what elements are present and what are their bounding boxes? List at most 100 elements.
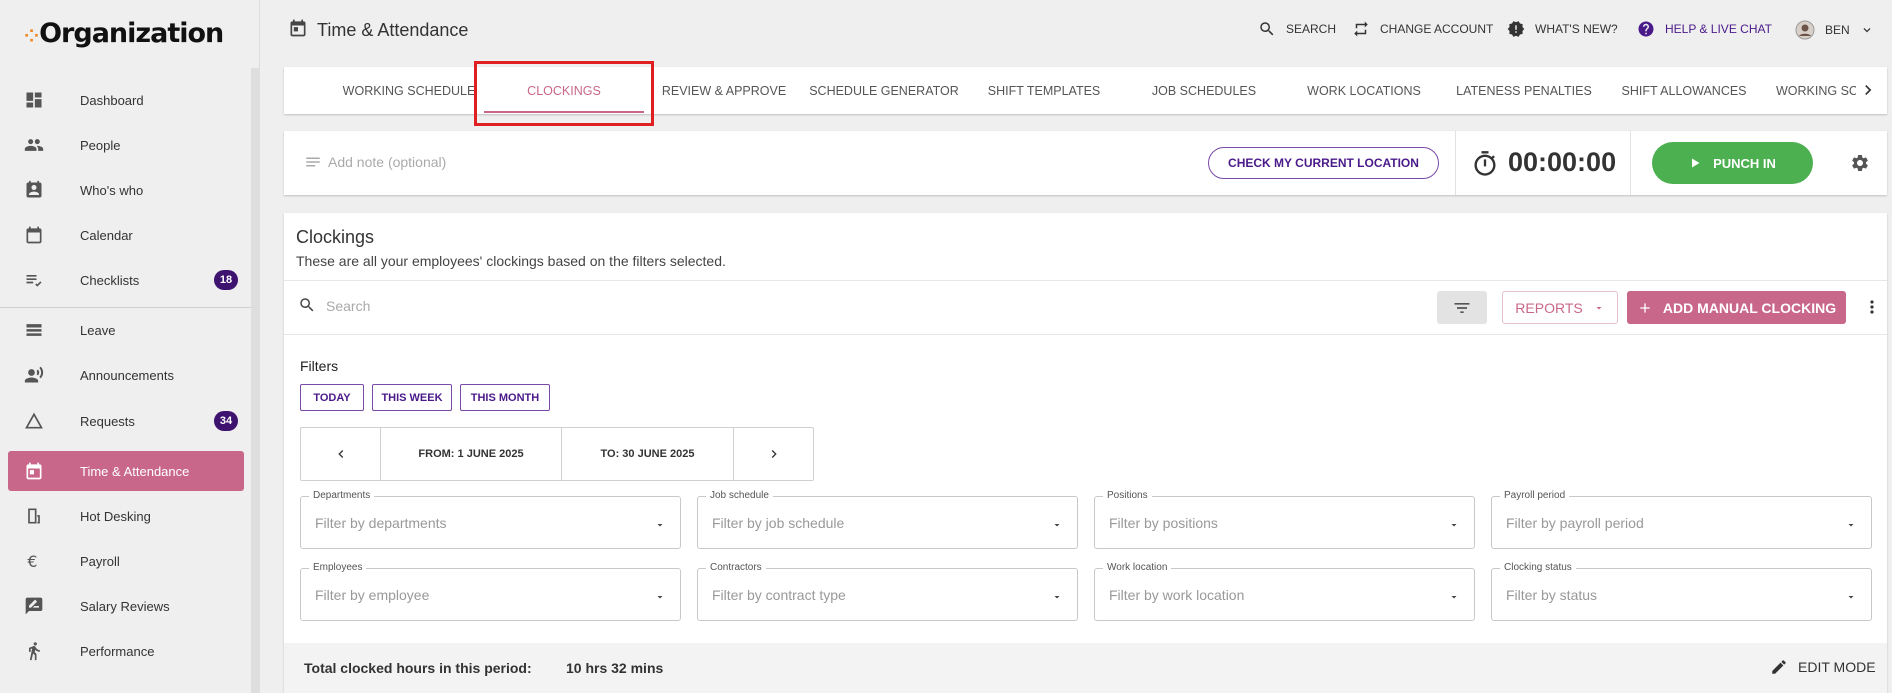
search-icon [1260,22,1274,36]
employees-select[interactable]: Employees Filter by employee [300,562,681,621]
tab-working-schedule-2[interactable]: Working Sc [1764,67,1856,114]
sidebar-item-requests[interactable]: Requests 34 [8,401,244,441]
sidebar-scrollbar[interactable] [251,68,260,693]
sidebar-item-whos-who[interactable]: Who's who [8,170,244,210]
performance-icon [29,642,40,661]
search-icon [300,298,314,312]
quick-filter-this-month[interactable]: This month [460,384,550,411]
tab-work-locations[interactable]: Work Locations [1284,67,1444,114]
field-placeholder: Filter by status [1506,587,1598,603]
sidebar: ⁘Organization Dashboard People Who's who… [0,0,260,693]
add-manual-clocking-button[interactable]: Add manual clocking [1627,291,1846,324]
tab-job-schedules[interactable]: Job Schedules [1124,67,1284,114]
positions-select[interactable]: Positions Filter by positions [1094,490,1475,549]
checklist-icon [26,275,42,287]
euro-icon: € [27,552,37,571]
caret-down-icon [1596,306,1602,309]
caret-down-icon [657,596,663,599]
organization-logo[interactable]: ⁘Organization [24,18,224,49]
hot-desk-icon [28,508,40,524]
sidebar-item-label: Payroll [80,553,120,569]
next-period-button[interactable] [734,428,813,480]
tab-schedule-generator[interactable]: Schedule Generator [804,67,964,114]
field-label: Work location [1103,562,1172,573]
contractors-select[interactable]: Contractors Filter by contract type [697,562,1078,621]
calendar-icon [26,226,42,244]
tab-lateness-penalties[interactable]: Lateness Penalties [1444,67,1604,114]
filter-icon [1454,302,1470,313]
tab-working-schedule[interactable]: Working Schedule [334,67,484,114]
stopwatch-icon [1474,151,1496,176]
sidebar-item-hot-desking[interactable]: Hot Desking [8,496,244,536]
checklists-badge: 18 [214,270,238,290]
tabs-bar: Working Schedule Clockings Review & Appr… [284,67,1887,114]
total-hours-bar: Total clocked hours in this period: 10 h… [284,643,1887,693]
change-account-label: Change account [1380,22,1494,36]
caret-down-icon [1054,596,1060,599]
payroll-period-select[interactable]: Payroll period Filter by payroll period [1491,490,1872,549]
avatar [1795,20,1815,40]
note-input[interactable] [328,147,728,177]
clockings-search-input[interactable] [326,291,1026,321]
announcement-icon [24,366,44,383]
logo-text: Organization [39,18,224,49]
field-placeholder: Filter by positions [1109,515,1218,531]
quick-filter-this-week[interactable]: This week [372,384,452,411]
caret-down-icon [1451,596,1457,599]
user-menu-button[interactable]: BEN [1795,20,1874,40]
more-vertical-icon[interactable] [1862,297,1882,317]
tab-clockings[interactable]: Clockings [484,67,644,114]
punch-in-button[interactable]: Punch in [1652,142,1813,184]
help-live-chat-button[interactable]: Help & live chat [1637,20,1772,38]
whats-new-label: What's new? [1535,22,1618,36]
field-label: Clocking status [1500,562,1576,573]
previous-period-button[interactable] [301,428,381,480]
caret-down-icon [1848,596,1854,599]
sidebar-item-salary-reviews[interactable]: Salary Reviews [8,586,244,626]
field-placeholder: Filter by payroll period [1506,515,1644,531]
quick-filter-today[interactable]: Today [300,384,364,411]
gear-icon[interactable] [1850,153,1870,173]
chevron-right-icon[interactable] [1858,80,1878,100]
sidebar-item-dashboard[interactable]: Dashboard [8,80,244,120]
date-from[interactable]: From: 1 June 2025 [381,428,562,480]
punch-in-label: Punch in [1713,155,1776,171]
departments-select[interactable]: Departments Filter by departments [300,490,681,549]
caret-down-icon [1451,524,1457,527]
top-bar: Time & Attendance Search Change account … [260,0,1892,60]
tab-shift-allowances[interactable]: Shift Allowances [1604,67,1764,114]
reports-dropdown-button[interactable]: Reports [1502,291,1618,324]
job-schedule-select[interactable]: Job schedule Filter by job schedule [697,490,1078,549]
sidebar-item-time-attendance[interactable]: Time & Attendance [8,451,244,491]
add-manual-label: Add manual clocking [1662,299,1837,316]
tab-shift-templates[interactable]: Shift Templates [964,67,1124,114]
sidebar-item-calendar[interactable]: Calendar [8,215,244,255]
clocking-status-select[interactable]: Clocking status Filter by status [1491,562,1872,621]
edit-mode-button[interactable]: Edit mode [1770,658,1876,676]
sidebar-item-payroll[interactable]: € Payroll [8,541,244,581]
timer-display: 00:00:00 [1508,147,1617,177]
field-placeholder: Filter by job schedule [712,515,845,531]
sidebar-item-people[interactable]: People [8,125,244,165]
search-label: Search [1286,22,1337,36]
filter-toggle-button[interactable] [1437,291,1487,324]
sidebar-item-announcements[interactable]: Announcements [8,355,244,395]
sidebar-item-performance[interactable]: Performance [8,631,244,671]
change-account-button[interactable]: Change account [1352,20,1493,38]
field-label: Payroll period [1500,490,1570,501]
edit-mode-label: Edit mode [1798,659,1876,675]
field-label: Job schedule [706,490,773,501]
whats-new-button[interactable]: What's new? [1507,20,1618,38]
field-placeholder: Filter by employee [315,587,430,603]
work-location-select[interactable]: Work location Filter by work location [1094,562,1475,621]
caret-down-icon [1054,524,1060,527]
sidebar-item-label: Salary Reviews [80,598,170,614]
search-button[interactable]: Search [1258,20,1336,38]
sidebar-item-checklists[interactable]: Checklists 18 [8,260,244,300]
reports-label: Reports [1515,299,1583,316]
check-location-button[interactable]: Check my current location [1208,147,1439,179]
date-to[interactable]: To: 30 June 2025 [562,428,734,480]
tab-review-approve[interactable]: Review & Approve [644,67,804,114]
sidebar-item-leave[interactable]: Leave [8,310,244,350]
calendar-icon [290,19,306,37]
